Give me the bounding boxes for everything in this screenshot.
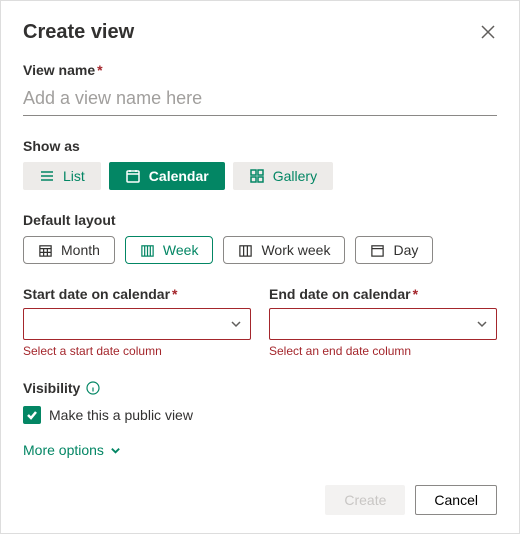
cancel-button[interactable]: Cancel bbox=[415, 485, 497, 515]
dialog-footer: Create Cancel bbox=[325, 485, 497, 515]
chevron-down-icon bbox=[476, 318, 488, 330]
check-icon bbox=[26, 409, 38, 421]
layout-day[interactable]: Day bbox=[355, 236, 433, 264]
close-icon bbox=[481, 25, 495, 39]
create-button: Create bbox=[325, 485, 405, 515]
end-date-error: Select an end date column bbox=[269, 344, 497, 358]
list-icon bbox=[39, 168, 55, 184]
default-layout-label: Default layout bbox=[23, 212, 497, 228]
show-as-gallery[interactable]: Gallery bbox=[233, 162, 333, 190]
gallery-icon bbox=[249, 168, 265, 184]
chevron-down-icon bbox=[110, 445, 121, 456]
close-button[interactable] bbox=[481, 25, 497, 41]
start-date-select[interactable] bbox=[23, 308, 251, 340]
start-date-error: Select a start date column bbox=[23, 344, 251, 358]
workweek-icon bbox=[238, 243, 253, 258]
visibility-label: Visibility bbox=[23, 380, 80, 396]
chevron-down-icon bbox=[230, 318, 242, 330]
show-as-label: Show as bbox=[23, 138, 497, 154]
week-icon bbox=[140, 243, 155, 258]
dialog-header: Create view bbox=[23, 21, 497, 44]
default-layout-options: Month Week Work week Day bbox=[23, 236, 497, 264]
public-view-checkbox[interactable] bbox=[23, 406, 41, 424]
show-as-options: List Calendar Gallery bbox=[23, 162, 497, 190]
calendar-icon bbox=[125, 168, 141, 184]
more-options-toggle[interactable]: More options bbox=[23, 442, 121, 458]
show-as-calendar[interactable]: Calendar bbox=[109, 162, 225, 190]
start-date-label: Start date on calendar* bbox=[23, 286, 251, 302]
show-as-list[interactable]: List bbox=[23, 162, 101, 190]
dialog-title: Create view bbox=[23, 21, 134, 44]
end-date-select[interactable] bbox=[269, 308, 497, 340]
end-date-label: End date on calendar* bbox=[269, 286, 497, 302]
layout-week[interactable]: Week bbox=[125, 236, 214, 264]
view-name-label: View name* bbox=[23, 62, 497, 78]
public-view-checkbox-row[interactable]: Make this a public view bbox=[23, 406, 497, 424]
layout-workweek[interactable]: Work week bbox=[223, 236, 345, 264]
info-icon[interactable] bbox=[86, 381, 100, 395]
public-view-label: Make this a public view bbox=[49, 407, 193, 423]
layout-month[interactable]: Month bbox=[23, 236, 115, 264]
view-name-input[interactable] bbox=[23, 84, 497, 116]
create-view-dialog: Create view View name* Show as List Cale… bbox=[1, 1, 519, 478]
day-icon bbox=[370, 243, 385, 258]
month-icon bbox=[38, 243, 53, 258]
